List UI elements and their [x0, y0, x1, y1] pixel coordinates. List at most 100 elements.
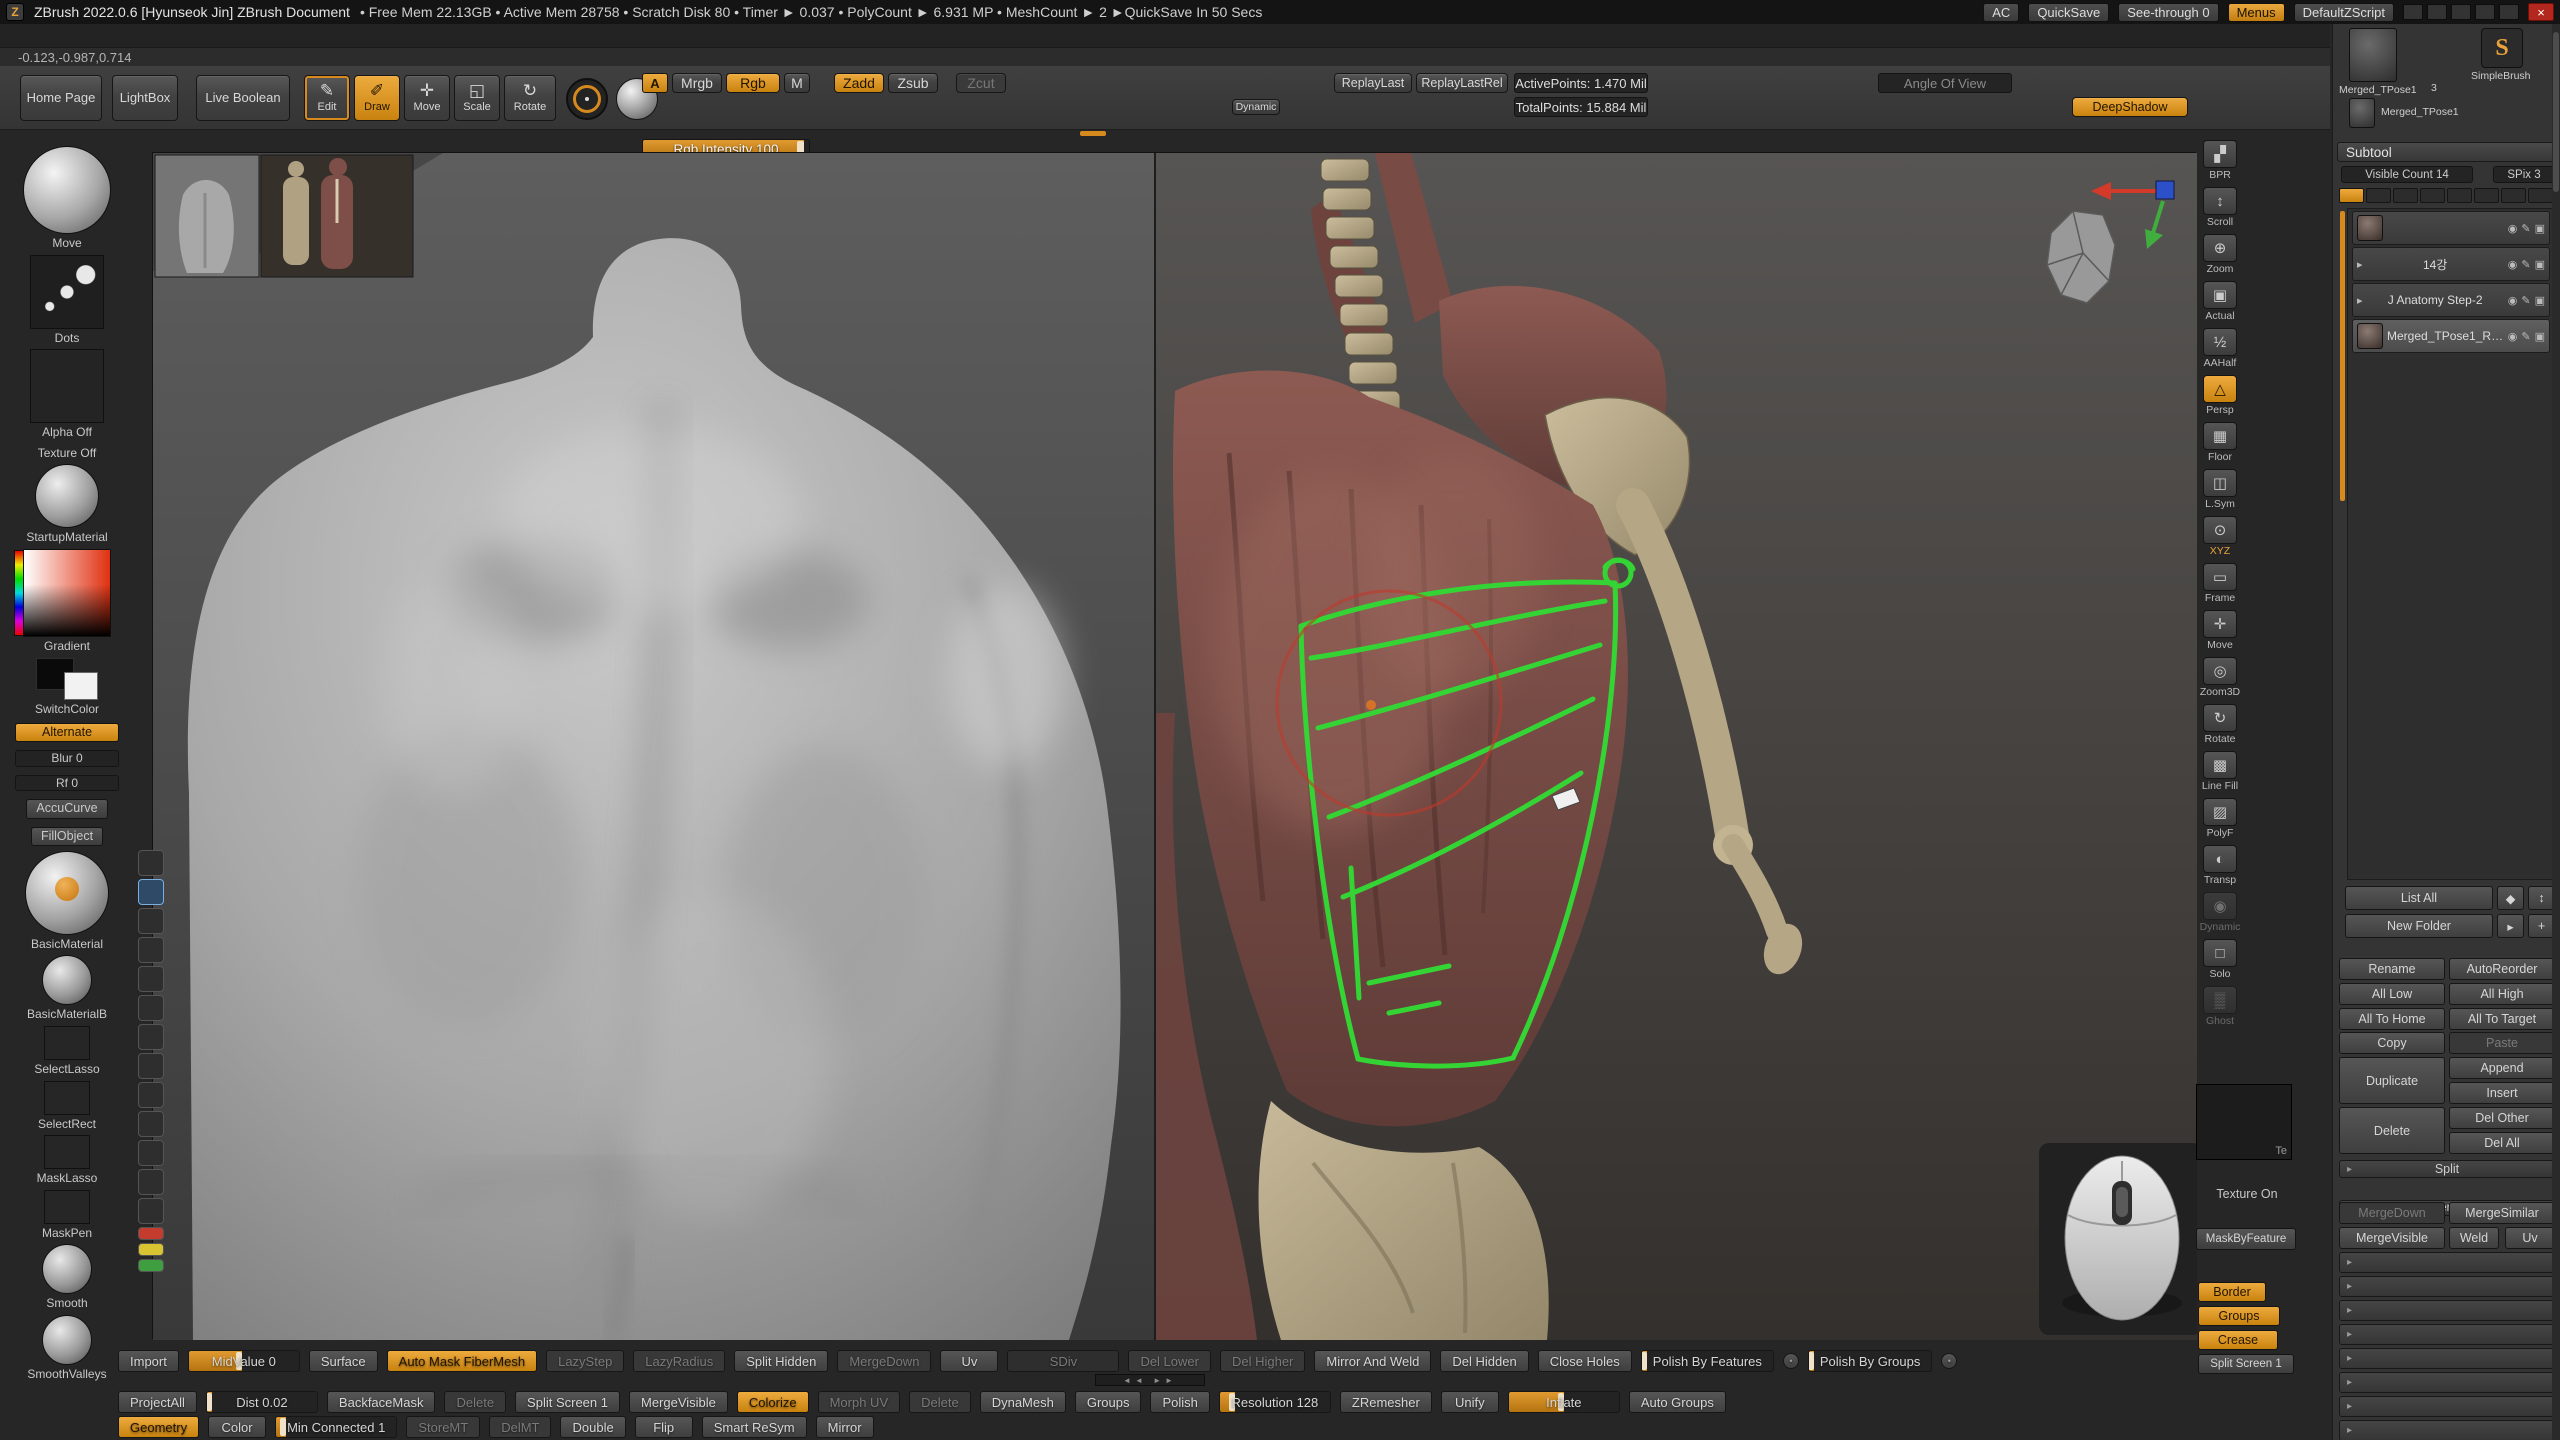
mrgb-button[interactable]: Mrgb [672, 73, 722, 93]
visibility-eye-icon[interactable]: ◉ [2508, 294, 2518, 307]
bottom-button[interactable]: Auto Groups [1629, 1391, 1726, 1413]
right-shelf-icon[interactable]: ◉ [2203, 892, 2237, 920]
all-high-button[interactable]: All High [2449, 983, 2555, 1005]
bottom-button[interactable]: Color [208, 1416, 266, 1438]
subtool-row[interactable]: ▸ Merged_TPose1_Ryan_Kingslie ◉ ✎ ▣ [2352, 319, 2550, 353]
subtool-row[interactable]: ▸ J Anatomy Step-2 ◉ ✎ ▣ [2352, 283, 2550, 317]
left-tray-icon[interactable] [44, 1190, 90, 1224]
document-canvas[interactable] [152, 152, 2196, 1339]
subtool-row[interactable]: ▸ 14강 ◉ ✎ ▣ [2352, 247, 2550, 281]
right-shelf-button[interactable]: ↻ Rotate [2203, 704, 2237, 745]
sculpt-viewports[interactable] [153, 153, 2197, 1340]
all-low-button[interactable]: All Low [2339, 983, 2445, 1005]
left-tray-item[interactable]: BasicMaterial [25, 851, 109, 951]
bottom-button[interactable]: DynaMesh [980, 1391, 1066, 1413]
right-shelf-icon[interactable]: ▒ [2203, 986, 2237, 1014]
list-icon-button-2[interactable]: ↕ [2528, 886, 2555, 910]
palette-section-header[interactable] [2339, 1420, 2555, 1440]
right-shelf-button[interactable]: ▒ Ghost [2203, 986, 2237, 1027]
edit-pen-icon[interactable]: ✎ [2521, 330, 2530, 343]
uv-button[interactable]: Uv [2505, 1227, 2555, 1249]
left-tray-item[interactable]: Blur 0 [15, 747, 119, 767]
toolstrip-icon[interactable] [138, 908, 164, 934]
right-shelf-icon[interactable]: □ [2203, 939, 2237, 967]
left-tray-icon[interactable] [44, 1081, 90, 1115]
bottom-button[interactable]: Import [118, 1350, 179, 1372]
all-to-target-button[interactable]: All To Target [2449, 1008, 2555, 1030]
border-button[interactable]: Border [2198, 1282, 2266, 1302]
scale-mode-button[interactable]: ◱ Scale [454, 75, 500, 121]
left-tray-icon[interactable] [44, 1135, 90, 1169]
folder-icon-button-1[interactable]: ▸ [2497, 914, 2524, 938]
left-tray-item[interactable]: Gradient [23, 549, 111, 653]
crease-button[interactable]: Crease [2198, 1330, 2278, 1350]
palette-section-header[interactable] [2339, 1348, 2555, 1369]
left-tray-icon[interactable] [23, 146, 111, 234]
bottom-button[interactable]: Polish By Groups [1808, 1350, 1932, 1372]
bottom-button[interactable]: Dist 0.02 [206, 1391, 318, 1413]
default-zscript-button[interactable]: DefaultZScript [2294, 3, 2394, 22]
right-shelf-icon[interactable]: ▞ [2203, 140, 2237, 168]
bottom-button[interactable]: Auto Mask FiberMesh [387, 1350, 537, 1372]
right-shelf-button[interactable]: ◎ Zoom3D [2200, 657, 2240, 698]
lightbox-button[interactable]: LightBox [112, 75, 178, 121]
shelf-divider-tick[interactable] [1080, 131, 1106, 136]
right-shelf-icon[interactable]: ⊕ [2203, 234, 2237, 262]
toolstrip-icon[interactable] [138, 1024, 164, 1050]
right-shelf-icon[interactable]: ↕ [2203, 187, 2237, 215]
spix-slider[interactable]: SPix 3 [2493, 166, 2555, 183]
left-tray-item[interactable]: Rf 0 [15, 772, 119, 792]
toolstrip-icon[interactable] [138, 1140, 164, 1166]
list-icon-button-1[interactable]: ◆ [2497, 886, 2524, 910]
right-shelf-icon[interactable]: ◎ [2203, 657, 2237, 685]
toolstrip-icon[interactable] [138, 966, 164, 992]
left-tray-item[interactable]: Dots [30, 255, 104, 345]
left-tray-item[interactable]: BasicMaterialB [27, 955, 107, 1021]
window-icon[interactable] [2427, 4, 2447, 20]
bottom-button[interactable]: DelMT [489, 1416, 551, 1438]
right-shelf-icon[interactable]: ◐ [2203, 845, 2237, 873]
bottom-button[interactable]: BackfaceMask [327, 1391, 436, 1413]
merge-visible-button[interactable]: MergeVisible [2339, 1227, 2445, 1249]
bottom-button[interactable]: Del Hidden [1440, 1350, 1528, 1372]
bottom-button[interactable]: Unify [1441, 1391, 1499, 1413]
subtool-thumbnail[interactable] [2357, 323, 2383, 349]
bottom-button[interactable]: Double [560, 1416, 625, 1438]
edit-pen-icon[interactable]: ✎ [2521, 222, 2530, 235]
move-mode-button[interactable]: ✛ Move [404, 75, 450, 121]
toolstrip-icon[interactable] [138, 1243, 164, 1256]
right-tray-scrollbar[interactable] [2552, 24, 2560, 1440]
right-shelf-button[interactable]: ↕ Scroll [2203, 187, 2237, 228]
right-shelf-icon[interactable]: ↻ [2203, 704, 2237, 732]
bottom-button[interactable]: Close Holes [1538, 1350, 1632, 1372]
right-shelf-icon[interactable]: △ [2203, 375, 2237, 403]
bottom-button[interactable]: MidValue 0 [188, 1350, 300, 1372]
left-tray-icon[interactable] [36, 658, 98, 700]
version-tab[interactable] [2528, 188, 2553, 203]
left-tray-item[interactable]: FillObject [31, 824, 103, 846]
window-icon[interactable] [2475, 4, 2495, 20]
rgb-button[interactable]: Rgb [726, 73, 780, 93]
right-shelf-icon[interactable]: ▭ [2203, 563, 2237, 591]
bottom-button[interactable]: Delete [909, 1391, 971, 1413]
right-shelf-icon[interactable]: ½ [2203, 328, 2237, 356]
bottom-button[interactable]: ProjectAll [118, 1391, 197, 1413]
tool-thumbnail-2[interactable] [2349, 98, 2375, 128]
merge-similar-button[interactable]: MergeSimilar [2449, 1202, 2555, 1224]
folder-icon-button-2[interactable]: + [2528, 914, 2555, 938]
bottom-button[interactable]: Split Hidden [734, 1350, 828, 1372]
bottom-button[interactable]: Polish By Features [1641, 1350, 1774, 1372]
live-boolean-button[interactable]: Live Boolean [196, 75, 290, 121]
append-button[interactable]: Append [2449, 1057, 2555, 1079]
bottom-button[interactable]: Smart ReSym [702, 1416, 807, 1438]
right-shelf-icon[interactable]: ⊙ [2203, 516, 2237, 544]
bottom-button[interactable]: Mirror [816, 1416, 874, 1438]
bottom-button[interactable]: StoreMT [406, 1416, 480, 1438]
bottom-button[interactable]: Groups [1075, 1391, 1142, 1413]
split-screen-button[interactable]: Split Screen 1 [2198, 1354, 2294, 1374]
replay-last-rel-button[interactable]: ReplayLastRel [1416, 73, 1508, 93]
bottom-button[interactable]: • [1941, 1353, 1957, 1369]
toolstrip-icon[interactable] [138, 1111, 164, 1137]
texture-preview[interactable]: Te [2196, 1084, 2292, 1160]
bottom-button[interactable]: Split Screen 1 [515, 1391, 620, 1413]
